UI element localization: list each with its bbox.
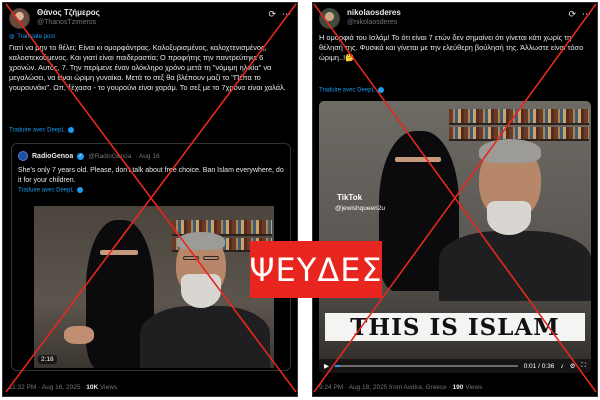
tiktok-handle: @jewishqueen2u xyxy=(335,205,385,212)
quote-video[interactable]: 2:18 xyxy=(34,206,274,368)
bookshelf xyxy=(449,127,589,139)
translate-post-link[interactable]: ◍ Translate post xyxy=(9,33,56,41)
man-hair xyxy=(479,139,541,163)
post-body: Η ομορφιά του Ισλάμ! Το ότι είναι 7 ετών… xyxy=(319,33,584,62)
man-hair xyxy=(177,232,225,250)
fact-check-stamp: ΨΕΥΔΕΣ xyxy=(249,241,383,298)
deepl-icon xyxy=(76,187,83,193)
quote-date: · Aug 16 xyxy=(135,152,160,160)
banner-text: THIS IS ISLAM xyxy=(350,313,560,341)
author-handle[interactable]: @nikolaosderes xyxy=(347,19,397,26)
man-beard xyxy=(487,201,531,235)
translate-post-label: Translate post xyxy=(17,33,56,40)
author-name[interactable]: nikolaosderes xyxy=(347,8,401,17)
video-controls[interactable]: ▶ 0:01 / 0:36 ♪ ⚙ ⛶ xyxy=(319,359,591,373)
quote-deepl-translate-link[interactable]: Traduire avec DeepL xyxy=(18,187,83,194)
quote-author-name: RadioGenoa xyxy=(32,152,74,160)
author-handle[interactable]: @ThanosTzimeros xyxy=(37,19,96,26)
quote-author-handle: @RadioGenoa xyxy=(88,152,132,160)
deepl-icon xyxy=(377,87,384,93)
post-header: nikolaosderes @nikolaosderes ⟳ ⋯ xyxy=(319,7,591,31)
settings-icon[interactable]: ⚙ xyxy=(570,362,576,370)
more-icon[interactable]: ⋯ xyxy=(582,10,591,19)
post-timestamp[interactable]: 11:32 PM · Aug 16, 2025 · xyxy=(9,384,86,391)
glasses xyxy=(203,256,219,260)
avatar[interactable] xyxy=(319,8,340,29)
post-right[interactable]: nikolaosderes @nikolaosderes ⟳ ⋯ Η ομορφ… xyxy=(312,2,598,397)
grok-icon[interactable]: ⟳ xyxy=(568,10,576,19)
views-label: Views xyxy=(463,384,483,391)
post-footer: 11:32 PM · Aug 16, 2025 · 10K Views xyxy=(9,384,117,391)
glasses xyxy=(183,256,199,260)
volume-icon[interactable]: ♪ xyxy=(560,363,563,370)
post-video[interactable]: TikTok @jewishqueen2u THIS IS ISLAM ▶ 0:… xyxy=(319,101,591,373)
video-duration: 2:18 xyxy=(38,355,57,364)
deepl-translate-label: Traduire avec DeepL xyxy=(319,87,375,94)
fullscreen-icon[interactable]: ⛶ xyxy=(581,362,586,370)
header-icons: ⟳ ⋯ xyxy=(568,10,591,19)
post-footer: 9:24 PM · Aug 18, 2025 from Avdira, Gree… xyxy=(319,384,482,391)
video-progress-fill xyxy=(335,365,341,367)
man-beard xyxy=(181,274,221,308)
quote-body: She's only 7 years old. Please, don't ta… xyxy=(18,167,284,184)
bookshelf xyxy=(449,109,589,123)
hand xyxy=(64,326,94,344)
eye-slit xyxy=(395,157,441,162)
quote-deepl-translate-label: Traduire avec DeepL xyxy=(18,187,74,194)
grok-icon[interactable]: ⟳ xyxy=(268,10,276,19)
deepl-translate-link[interactable]: Traduire avec DeepL xyxy=(319,87,384,94)
deepl-icon xyxy=(67,127,74,133)
bookshelf xyxy=(172,220,272,234)
author-name[interactable]: Θάνος Τζήμερος xyxy=(37,8,100,17)
views-label: Views xyxy=(98,384,118,391)
views-count: 190 xyxy=(452,384,464,391)
man-figure xyxy=(140,306,270,368)
deepl-translate-link[interactable]: Traduire avec DeepL xyxy=(9,127,74,134)
eye-slit xyxy=(100,250,138,255)
tiktok-watermark: TikTok xyxy=(337,193,363,202)
video-time: 0:01 / 0:36 xyxy=(523,362,555,370)
views-count: 10K xyxy=(86,384,99,391)
avatar[interactable] xyxy=(9,8,30,29)
post-body: Γιατί να μην το θέλει; Είναι κι ομορφάντ… xyxy=(9,43,286,92)
shelf-line xyxy=(449,123,589,125)
header-icons: ⟳ ⋯ xyxy=(268,10,291,19)
post-header: Θάνος Τζήμερος @ThanosTzimeros ⟳ ⋯ xyxy=(9,7,291,31)
quote-header: RadioGenoa ✓ @RadioGenoa · Aug 16 xyxy=(18,150,284,162)
quote-avatar xyxy=(18,151,28,161)
deepl-translate-label: Traduire avec DeepL xyxy=(9,127,65,134)
fact-check-label: ΨΕΥΔΕΣ xyxy=(249,250,383,289)
play-icon[interactable]: ▶ xyxy=(324,362,329,370)
verified-badge-icon: ✓ xyxy=(77,152,85,160)
man-figure xyxy=(439,231,591,301)
post-left[interactable]: Θάνος Τζήμερος @ThanosTzimeros ⟳ ⋯ ◍ Tra… xyxy=(2,2,298,397)
video-banner: THIS IS ISLAM xyxy=(325,313,585,341)
globe-icon: ◍ xyxy=(9,34,15,40)
video-progress[interactable] xyxy=(335,365,518,367)
post-timestamp[interactable]: 9:24 PM · Aug 18, 2025 from Avdira, Gree… xyxy=(319,384,453,391)
more-icon[interactable]: ⋯ xyxy=(282,10,291,19)
